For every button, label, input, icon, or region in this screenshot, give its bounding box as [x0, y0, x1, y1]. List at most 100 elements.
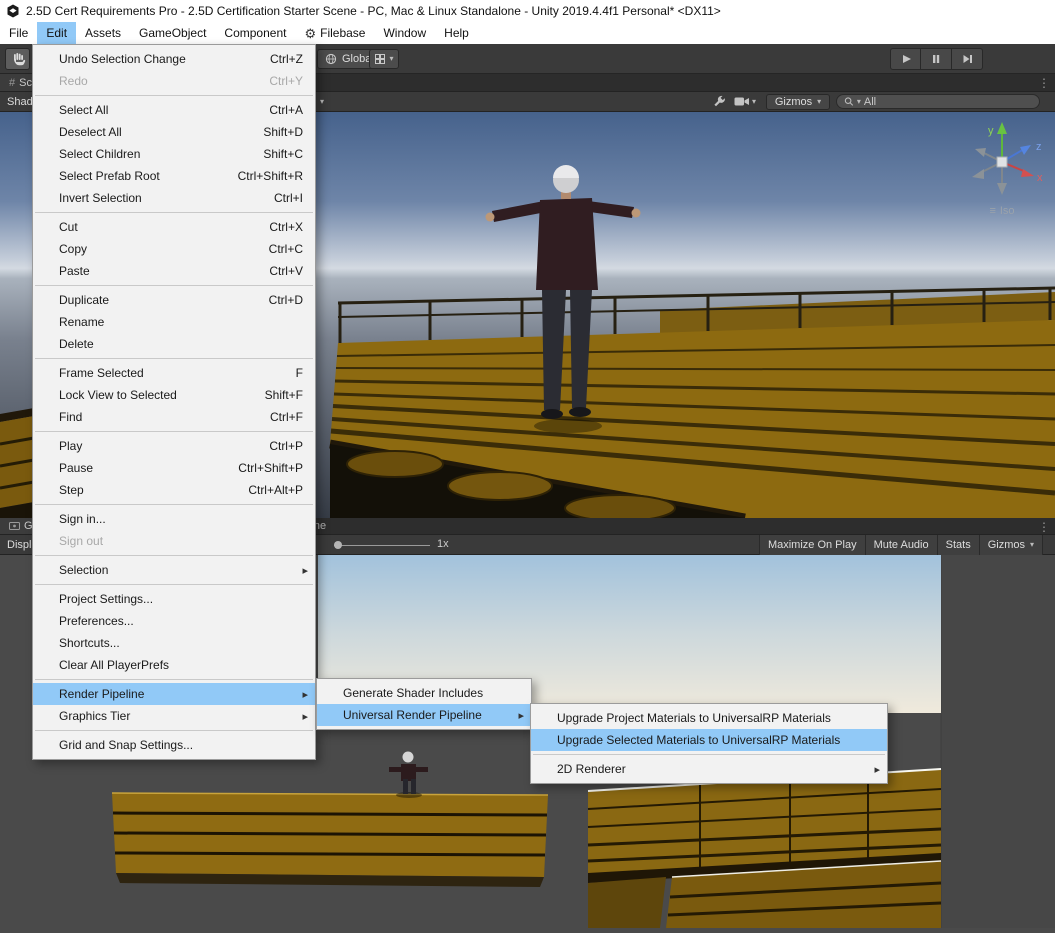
maximize-on-play-button[interactable]: Maximize On Play [758, 535, 865, 555]
filebase-gear-icon: ⚙ [304, 25, 317, 41]
game-tab-icon [9, 521, 20, 530]
menu-item-select-all[interactable]: Select All Ctrl+A [33, 99, 315, 121]
menu-item-upgrade-project-materials-to-universalrp-materials[interactable]: Upgrade Project Materials to UniversalRP… [531, 707, 887, 729]
menubar-item-filebase[interactable]: ⚙ Filebase [295, 22, 374, 44]
menu-item-upgrade-selected-materials-to-universalrp-materials[interactable]: Upgrade Selected Materials to UniversalR… [531, 729, 887, 751]
scene-panel-menu-icon[interactable]: ⋮ [1038, 76, 1050, 90]
menu-separator [35, 212, 313, 213]
menu-separator [533, 754, 885, 755]
scene-gizmos-dropdown[interactable]: Gizmos ▾ [766, 94, 830, 110]
effects-dropdown-caret[interactable]: ▾ [316, 94, 328, 110]
menubar-item-edit[interactable]: Edit [37, 22, 77, 44]
step-icon [963, 55, 972, 63]
menubar-item-component[interactable]: Component [215, 22, 295, 44]
play-button[interactable] [890, 48, 921, 70]
game-toolbar-buttons: Maximize On Play Mute Audio Stats Gizmos… [758, 535, 1043, 555]
menu-item-graphics-tier[interactable]: Graphics Tier ▸ [33, 705, 315, 727]
menu-item-generate-shader-includes[interactable]: Generate Shader Includes [317, 682, 531, 704]
scale-slider-handle[interactable] [334, 541, 342, 549]
menu-item-rename[interactable]: Rename [33, 311, 315, 333]
play-controls [890, 48, 983, 70]
projection-mode-label[interactable]: ≡ Iso [952, 205, 1052, 217]
globe-icon [325, 53, 337, 65]
menu-item-deselect-all[interactable]: Deselect All Shift+D [33, 121, 315, 143]
menu-item-cut[interactable]: Cut Ctrl+X [33, 216, 315, 238]
scene-camera-settings-button[interactable]: ▾ [734, 96, 756, 107]
step-button[interactable] [952, 48, 983, 70]
menu-item-render-pipeline[interactable]: Render Pipeline ▸ [33, 683, 315, 705]
universal-render-pipeline-submenu: Upgrade Project Materials to UniversalRP… [530, 703, 888, 784]
menu-item-sign-out[interactable]: Sign out [33, 530, 315, 552]
scene-orientation-gizmo[interactable]: y z x [952, 116, 1052, 208]
menu-item-sign-in[interactable]: Sign in... [33, 508, 315, 530]
pause-button[interactable] [921, 48, 952, 70]
scale-value: 1x [437, 538, 449, 550]
menu-item-select-prefab-root[interactable]: Select Prefab Root Ctrl+Shift+R [33, 165, 315, 187]
game-panel-menu-icon[interactable]: ⋮ [1038, 520, 1050, 534]
caret-down-icon: ▾ [389, 54, 394, 63]
menu-item-clear-all-playerprefs[interactable]: Clear All PlayerPrefs [33, 654, 315, 676]
menubar-item-help[interactable]: Help [435, 22, 478, 44]
menu-item-grid-and-snap-settings[interactable]: Grid and Snap Settings... [33, 734, 315, 756]
menu-item-invert-selection[interactable]: Invert Selection Ctrl+I [33, 187, 315, 209]
menu-item-play[interactable]: Play Ctrl+P [33, 435, 315, 457]
grid-snap-button[interactable]: ▾ [369, 49, 399, 69]
mute-audio-button[interactable]: Mute Audio [864, 535, 937, 555]
scale-slider-track [334, 545, 430, 546]
menu-item-copy[interactable]: Copy Ctrl+C [33, 238, 315, 260]
hand-icon [13, 53, 25, 66]
scale-slider[interactable] [334, 541, 430, 549]
menu-item-delete[interactable]: Delete [33, 333, 315, 355]
caret-down-icon: ▾ [752, 96, 757, 106]
menu-item-project-settings[interactable]: Project Settings... [33, 588, 315, 610]
menu-item-pause[interactable]: Pause Ctrl+Shift+P [33, 457, 315, 479]
menubar-item-gameobject[interactable]: GameObject [130, 22, 215, 44]
menu-item-duplicate[interactable]: Duplicate Ctrl+D [33, 289, 315, 311]
game-gizmos-dropdown[interactable]: Gizmos ▾ [978, 535, 1043, 555]
axis-x-label[interactable]: x [1037, 172, 1043, 184]
menu-item-2d-renderer[interactable]: 2D Renderer ▸ [531, 758, 887, 780]
axis-gizmo-icon: y z x [972, 122, 1043, 195]
game-platform-right [587, 768, 942, 928]
menu-item-select-children[interactable]: Select Children Shift+C [33, 143, 315, 165]
window-title: 2.5D Cert Requirements Pro - 2.5D Certif… [26, 4, 721, 18]
menu-bar: File Edit Assets GameObject Component ⚙ … [0, 22, 1055, 44]
scene-tab-icon: # [9, 76, 16, 89]
menubar-item-window[interactable]: Window [374, 22, 435, 44]
menubar-item-assets[interactable]: Assets [76, 22, 130, 44]
caret-down-icon: ▾ [320, 97, 325, 106]
caret-down-icon: ▾ [1029, 540, 1034, 549]
menu-item-step[interactable]: Step Ctrl+Alt+P [33, 479, 315, 501]
window-titlebar: 2.5D Cert Requirements Pro - 2.5D Certif… [0, 0, 1055, 22]
grid-icon [375, 54, 386, 64]
menu-separator [35, 504, 313, 505]
menu-item-find[interactable]: Find Ctrl+F [33, 406, 315, 428]
menu-separator [35, 555, 313, 556]
scene-search-field[interactable]: ▾ [836, 94, 1040, 109]
menubar-item-file[interactable]: File [0, 22, 37, 44]
platform-deck [329, 320, 1055, 523]
axis-y-label[interactable]: y [988, 125, 994, 137]
game-platform-left [111, 792, 549, 887]
menu-item-frame-selected[interactable]: Frame Selected F [33, 362, 315, 384]
menu-item-selection[interactable]: Selection ▸ [33, 559, 315, 581]
menu-separator [35, 358, 313, 359]
stats-button[interactable]: Stats [936, 535, 979, 555]
projection-icon: ≡ [989, 205, 996, 217]
hand-tool-button[interactable] [5, 48, 30, 70]
submenu-arrow-icon: ▸ [302, 710, 308, 723]
menu-item-paste[interactable]: Paste Ctrl+V [33, 260, 315, 282]
scene-search-input[interactable] [863, 95, 1032, 108]
menu-item-universal-render-pipeline[interactable]: Universal Render Pipeline ▸ [317, 704, 531, 726]
menu-item-lock-view-to-selected[interactable]: Lock View to Selected Shift+F [33, 384, 315, 406]
scene-gizmos-label: Gizmos [774, 96, 813, 108]
axis-z-label[interactable]: z [1036, 141, 1042, 153]
menu-item-preferences[interactable]: Preferences... [33, 610, 315, 632]
menu-item-shortcuts[interactable]: Shortcuts... [33, 632, 315, 654]
edit-menu: Undo Selection Change Ctrl+Z Redo Ctrl+Y… [32, 44, 316, 760]
menu-item-redo[interactable]: Redo Ctrl+Y [33, 70, 315, 92]
menu-separator [35, 431, 313, 432]
menu-separator [35, 95, 313, 96]
scene-tools-button[interactable] [712, 95, 726, 109]
menu-item-undo-selection-change[interactable]: Undo Selection Change Ctrl+Z [33, 48, 315, 70]
